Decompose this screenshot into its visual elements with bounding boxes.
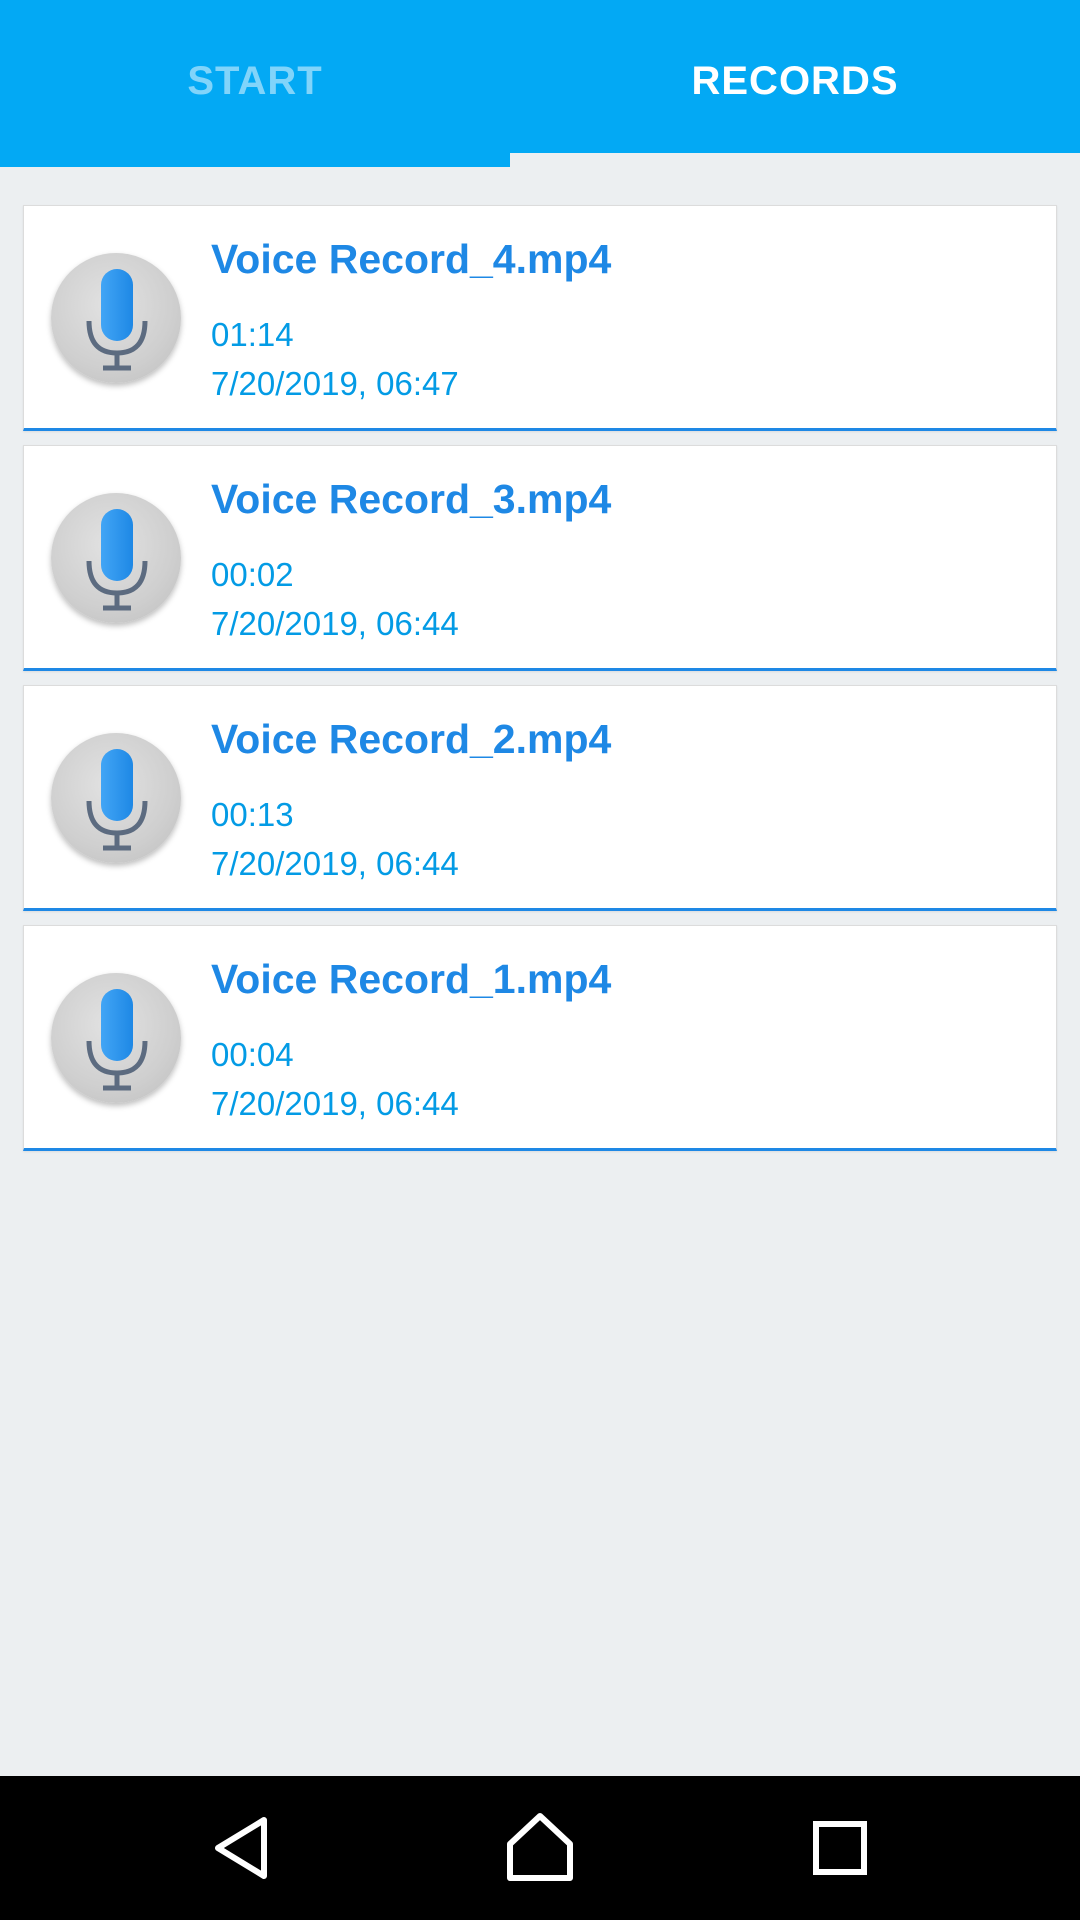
home-icon[interactable]	[498, 1806, 582, 1890]
record-date: 7/20/2019, 06:44	[211, 605, 459, 642]
record-item[interactable]: Voice Record_2.mp4 00:13 7/20/2019, 06:4…	[23, 685, 1057, 911]
record-duration: 00:13	[211, 796, 294, 833]
record-item[interactable]: Voice Record_4.mp4 01:14 7/20/2019, 06:4…	[23, 205, 1057, 431]
record-duration: 01:14	[211, 316, 294, 353]
tab-start[interactable]: START	[0, 0, 510, 167]
microphone-icon	[51, 733, 181, 863]
tab-records[interactable]: RECORDS	[510, 0, 1080, 167]
record-duration: 00:02	[211, 556, 294, 593]
microphone-icon	[51, 973, 181, 1103]
record-title: Voice Record_1.mp4	[211, 956, 612, 1002]
back-triangle-icon[interactable]	[200, 1806, 284, 1890]
active-tab-indicator	[510, 153, 1080, 167]
record-title: Voice Record_2.mp4	[211, 716, 612, 762]
tab-bar: START RECORDS	[0, 0, 1080, 167]
record-item[interactable]: Voice Record_1.mp4 00:04 7/20/2019, 06:4…	[23, 925, 1057, 1151]
system-navigation-bar	[0, 1776, 1080, 1920]
records-list: Voice Record_4.mp4 01:14 7/20/2019, 06:4…	[23, 205, 1057, 1165]
recents-square-icon[interactable]	[798, 1806, 882, 1890]
record-title: Voice Record_4.mp4	[211, 236, 612, 282]
microphone-icon	[51, 253, 181, 383]
record-date: 7/20/2019, 06:47	[211, 365, 459, 402]
record-title: Voice Record_3.mp4	[211, 476, 612, 522]
record-date: 7/20/2019, 06:44	[211, 1085, 459, 1122]
record-item[interactable]: Voice Record_3.mp4 00:02 7/20/2019, 06:4…	[23, 445, 1057, 671]
record-duration: 00:04	[211, 1036, 294, 1073]
microphone-icon	[51, 493, 181, 623]
record-date: 7/20/2019, 06:44	[211, 845, 459, 882]
